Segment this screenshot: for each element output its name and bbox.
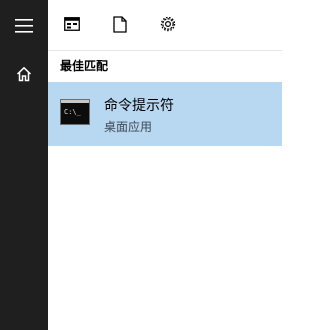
settings-filter-button[interactable] [150, 6, 186, 42]
apps-window-icon [64, 17, 80, 31]
command-prompt-glyph: C:\_ [64, 108, 82, 116]
result-title: 命令提示符 [104, 98, 174, 114]
result-subtitle: 桌面应用 [104, 120, 153, 134]
home-icon [16, 66, 32, 82]
search-results-panel: 最佳匹配 C:\_ 命令提示符 桌面应用 [48, 0, 282, 330]
menu-button[interactable] [0, 2, 48, 50]
apps-filter-button[interactable] [54, 6, 90, 42]
home-button[interactable] [0, 50, 48, 98]
search-filter-toolbar [48, 0, 282, 51]
document-icon [113, 15, 127, 33]
gear-icon [160, 16, 176, 32]
documents-filter-button[interactable] [102, 6, 138, 42]
hamburger-menu-icon [15, 19, 33, 33]
command-prompt-icon: C:\_ [60, 99, 90, 125]
left-rail [0, 0, 48, 330]
best-match-result[interactable]: C:\_ 命令提示符 桌面应用 [48, 82, 282, 146]
best-match-header: 最佳匹配 [60, 59, 109, 73]
